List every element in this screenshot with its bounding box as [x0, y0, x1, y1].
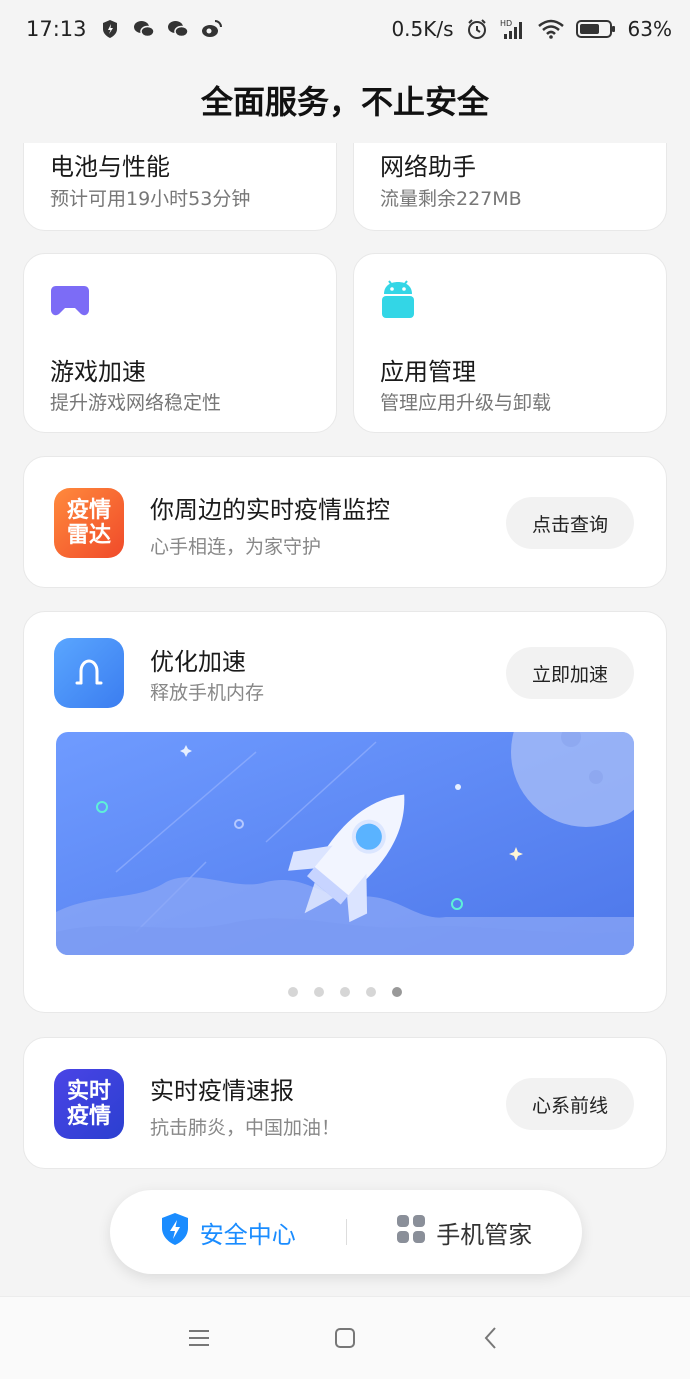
carousel-dot[interactable]: [366, 987, 376, 997]
radar-icon-line1: 疫情: [66, 498, 111, 523]
carousel-dot-active[interactable]: [392, 987, 402, 997]
rocket-banner[interactable]: [56, 732, 634, 955]
tab-security-label: 安全中心: [199, 1220, 296, 1249]
wechat-icon: [167, 18, 189, 40]
radar-title: 你周边的实时疫情监控: [150, 496, 390, 524]
status-bar: 17:13 0.5K/s HD 63%: [0, 0, 690, 58]
android-icon: [380, 278, 416, 324]
battery-icon: [575, 18, 616, 40]
wifi-icon: [537, 18, 564, 40]
bottom-tab-bar: 安全中心 手机管家: [110, 1190, 582, 1274]
news-sub: 抗击肺炎，中国加油！: [150, 1117, 341, 1139]
tab-security-center[interactable]: 安全中心: [110, 1212, 346, 1252]
back-icon[interactable]: [473, 1320, 509, 1356]
optimize-card[interactable]: 优化加速 释放手机内存 立即加速: [23, 611, 667, 1013]
epidemic-news-icon: 实时 疫情: [54, 1069, 124, 1139]
radar-sub: 心手相连，为家守护: [150, 536, 322, 558]
carousel-dot[interactable]: [288, 987, 298, 997]
battery-card-sub: 预计可用19小时53分钟: [50, 188, 251, 210]
news-icon-line2: 疫情: [66, 1104, 111, 1129]
network-speed: 0.5K/s: [391, 17, 454, 41]
rocket-bell-icon: [54, 638, 124, 708]
network-card[interactable]: 网络助手 流量剩余227MB: [353, 143, 667, 231]
tab-phone-manager[interactable]: 手机管家: [347, 1214, 583, 1250]
optimize-sub: 释放手机内存: [150, 682, 265, 704]
news-title: 实时疫情速报: [150, 1077, 294, 1105]
tab-manager-label: 手机管家: [436, 1220, 533, 1249]
battery-card-title: 电池与性能: [50, 153, 170, 181]
svg-text:HD: HD: [500, 19, 512, 28]
menu-icon[interactable]: [181, 1320, 217, 1356]
network-card-title: 网络助手: [380, 153, 476, 181]
carousel-dot[interactable]: [314, 987, 324, 997]
carousel-indicator: [24, 987, 666, 997]
shield-icon: [99, 18, 121, 40]
game-boost-card[interactable]: 游戏加速 提升游戏网络稳定性: [23, 253, 337, 433]
boost-now-button[interactable]: 立即加速: [506, 647, 634, 699]
frontline-button[interactable]: 心系前线: [506, 1078, 634, 1130]
system-nav-bar: [0, 1296, 690, 1379]
content-scroll[interactable]: 电池与性能 预计可用19小时53分钟 网络助手 流量剩余227MB 游戏加速 提…: [0, 143, 690, 1193]
query-button[interactable]: 点击查询: [506, 497, 634, 549]
battery-percent: 63%: [627, 17, 672, 41]
signal-icon: HD: [500, 18, 526, 40]
home-icon[interactable]: [327, 1320, 363, 1356]
epidemic-news-card[interactable]: 实时 疫情 实时疫情速报 抗击肺炎，中国加油！ 心系前线: [23, 1037, 667, 1169]
news-icon-line1: 实时: [66, 1079, 111, 1104]
grid-icon: [396, 1214, 426, 1250]
gamepad-icon: [50, 284, 90, 322]
optimize-title: 优化加速: [150, 648, 246, 676]
radar-icon-line2: 雷达: [66, 523, 111, 548]
app-manager-title: 应用管理: [380, 358, 476, 386]
page-title: 全面服务，不止安全: [200, 83, 489, 121]
alarm-icon: [466, 18, 488, 40]
carousel-dot[interactable]: [340, 987, 350, 997]
network-card-sub: 流量剩余227MB: [380, 188, 522, 210]
epidemic-radar-card[interactable]: 疫情 雷达 你周边的实时疫情监控 心手相连，为家守护 点击查询: [23, 456, 667, 588]
epidemic-radar-icon: 疫情 雷达: [54, 488, 124, 558]
game-boost-sub: 提升游戏网络稳定性: [50, 392, 222, 414]
app-manager-sub: 管理应用升级与卸载: [380, 392, 552, 414]
game-boost-title: 游戏加速: [50, 358, 146, 386]
shield-bolt-icon: [160, 1212, 190, 1252]
status-time: 17:13: [26, 17, 87, 41]
app-manager-card[interactable]: 应用管理 管理应用升级与卸载: [353, 253, 667, 433]
battery-card[interactable]: 电池与性能 预计可用19小时53分钟: [23, 143, 337, 231]
wechat-icon: [133, 18, 155, 40]
weibo-icon: [201, 18, 223, 40]
